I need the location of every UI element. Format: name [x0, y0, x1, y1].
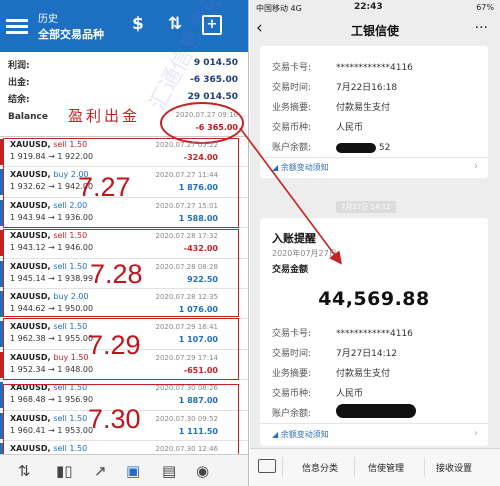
- status-bar: 中国移动 4G 22:43 67%: [250, 0, 500, 16]
- carrier: 中国移动 4G: [256, 4, 302, 13]
- day-label-0728: 7.28: [90, 259, 143, 289]
- card2-row: 交易时间: 7月27日14:12: [272, 349, 398, 359]
- summary-value: 29 014.50: [187, 92, 238, 102]
- deposit-date: 2020年07月27日: [272, 249, 337, 258]
- card1-row: 业务摘要: 付款易生支付: [272, 103, 391, 113]
- card1-row: 交易卡号: ************4116: [272, 63, 413, 73]
- card1-row: 交易币种: 人民币: [272, 123, 364, 133]
- chat-bottom-menu: 信息分类 信使管理 接收设置: [250, 448, 500, 486]
- card1-row: 账户余额: 52: [272, 142, 391, 153]
- summary-value: -6 365.00: [190, 75, 238, 85]
- chart-icon[interactable]: ▮▯: [56, 461, 73, 481]
- withdrawal-annotation: 盈利出金: [68, 107, 141, 125]
- day-label-0730: 7.30: [88, 404, 141, 434]
- status-time: 22:43: [354, 2, 383, 12]
- bottom-nav: ⇅ ▮▯ ↗ ▣ ▤ ◉: [0, 454, 248, 486]
- day-label-0727: 7.27: [78, 172, 131, 202]
- chevron-right-icon: ›: [474, 428, 478, 439]
- balance-notice-link[interactable]: ◢ 余额变动须知: [272, 429, 329, 440]
- day-label-0729: 7.29: [88, 330, 141, 360]
- summary-block: 利润: 9 014.50 出金: -6 365.00 结余: 29 014.50: [0, 54, 248, 105]
- header-subtitle: 历史: [38, 14, 58, 25]
- redacted-balance: [336, 404, 416, 418]
- deposit-amount: 44,569.88: [318, 288, 430, 310]
- message-card-2[interactable]: 入账提醒 2020年07月27日 交易金额 44,569.88 交易卡号: ***…: [260, 218, 488, 446]
- menu-info-category[interactable]: 信息分类: [302, 461, 338, 474]
- chat-nav-bar: ‹ 工银信使 ···: [250, 16, 500, 44]
- battery-level: 67%: [476, 3, 494, 12]
- summary-value: 9 014.50: [193, 58, 238, 68]
- card1-row: 交易时间: 7月22日16:18: [272, 83, 398, 93]
- news-icon[interactable]: ▤: [162, 461, 176, 481]
- card2-row: 账户余额:: [272, 409, 312, 419]
- summary-label: 结余:: [8, 95, 30, 105]
- chat-icon[interactable]: ◉: [196, 461, 209, 481]
- card2-row: 业务摘要: 付款易生支付: [272, 369, 391, 379]
- chat-timestamp: 7月27日 14:12: [336, 201, 396, 213]
- chat-title: 工银信使: [350, 24, 399, 38]
- summary-label: 利润:: [8, 61, 30, 71]
- wechat-bank-panel: 中国移动 4G 22:43 67% ‹ 工银信使 ··· 交易卡号: ******…: [250, 0, 500, 486]
- card2-row: 交易卡号: ************4116: [272, 329, 413, 339]
- menu-receive-settings[interactable]: 接收设置: [436, 461, 472, 474]
- menu-icon[interactable]: [6, 16, 28, 36]
- keyboard-icon[interactable]: [258, 459, 276, 473]
- dollar-filter-icon[interactable]: $: [132, 14, 144, 34]
- message-card-1[interactable]: 交易卡号: ************4116 交易时间: 7月22日16:18 业务…: [260, 46, 488, 178]
- balance-notice-link[interactable]: ◢ 余额变动须知: [272, 162, 329, 173]
- summary-label: 出金:: [8, 78, 30, 88]
- deposit-notice-heading: 入账提醒: [272, 232, 316, 245]
- summary-row-withdrawal: 出金: -6 365.00: [0, 71, 248, 88]
- trade-icon[interactable]: ↗: [94, 461, 107, 481]
- history-icon[interactable]: ▣: [126, 461, 140, 481]
- chevron-right-icon: ›: [474, 161, 478, 172]
- card2-row: 交易币种: 人民币: [272, 389, 364, 399]
- summary-row-profit: 利润: 9 014.50: [0, 54, 248, 71]
- mt4-history-panel: 历史 全部交易品种 $ ⇅ + 利润: 9 014.50 出金: -6 365.…: [0, 0, 249, 486]
- redacted-balance: [336, 142, 376, 153]
- more-icon[interactable]: ···: [475, 20, 488, 36]
- header-title: 全部交易品种: [38, 28, 104, 41]
- balance-label: Balance: [8, 112, 48, 122]
- quotes-icon[interactable]: ⇅: [18, 461, 31, 481]
- amount-label: 交易金额: [272, 265, 309, 275]
- menu-messenger-manage[interactable]: 信使管理: [368, 461, 404, 474]
